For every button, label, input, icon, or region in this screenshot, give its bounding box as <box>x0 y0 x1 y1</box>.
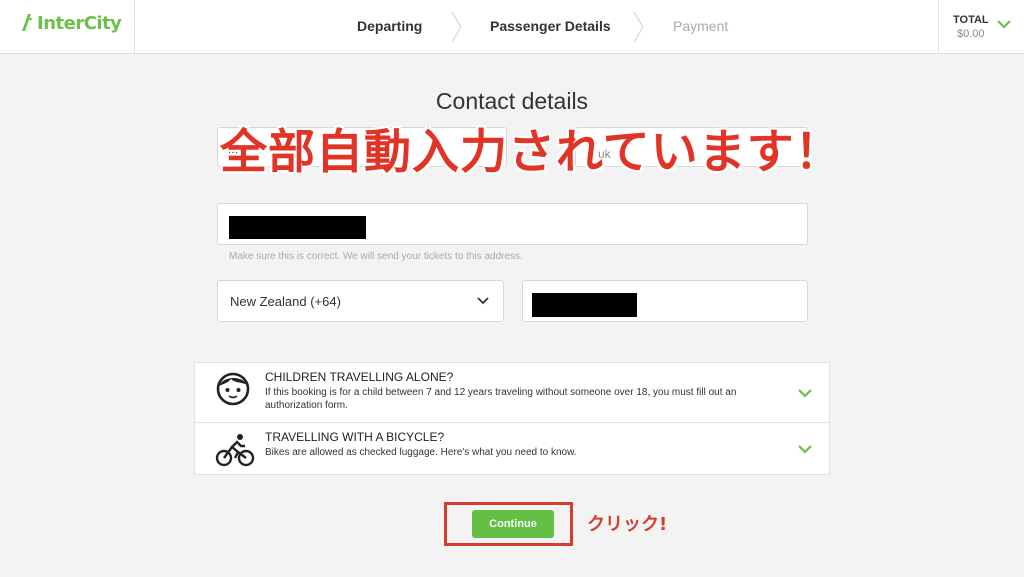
bicycle-panel-title: TRAVELLING WITH A BICYCLE? <box>265 430 445 444</box>
logo-divider <box>134 0 135 53</box>
chevron-down-icon[interactable] <box>797 387 813 399</box>
bicycle-icon <box>215 434 255 467</box>
step-chevron-icon <box>633 11 644 43</box>
phone-field[interactable] <box>522 280 808 322</box>
step-payment: Payment <box>673 18 729 34</box>
intercity-logo[interactable]: InterCity <box>20 12 122 34</box>
bicycle-panel[interactable]: TRAVELLING WITH A BICYCLE? Bikes are all… <box>194 422 830 475</box>
country-code-value: New Zealand (+64) <box>230 294 341 309</box>
step-chevron-icon <box>451 11 462 43</box>
annotation-autofilled: 全部自動入力されています！ <box>220 125 843 180</box>
step-passenger-details[interactable]: Passenger Details <box>490 18 611 34</box>
children-travelling-panel[interactable]: CHILDREN TRAVELLING ALONE? If this booki… <box>194 362 830 423</box>
country-code-select[interactable]: New Zealand (+64) <box>217 280 504 322</box>
chevron-down-icon[interactable] <box>797 443 813 455</box>
total-value: $0.00 <box>957 28 985 40</box>
total-label: TOTAL <box>953 14 989 26</box>
annotation-click-note: クリック! <box>587 514 668 535</box>
top-bar: InterCity Departing Passenger Details Pa… <box>0 0 1024 54</box>
children-panel-title: CHILDREN TRAVELLING ALONE? <box>265 370 454 384</box>
total-divider <box>938 0 939 53</box>
total-expand-chevron-icon[interactable] <box>996 18 1012 30</box>
continue-button[interactable]: Continue <box>472 510 554 538</box>
email-helper-text: Make sure this is correct. We will send … <box>229 251 523 262</box>
chevron-down-icon <box>477 297 489 305</box>
email-field[interactable] <box>217 203 808 245</box>
phone-redaction <box>532 293 637 317</box>
children-panel-description: If this booking is for a child between 7… <box>265 387 737 411</box>
logo-mark-icon <box>22 14 33 31</box>
contact-details-title: Contact details <box>435 88 589 114</box>
child-face-icon <box>216 372 250 406</box>
email-redaction <box>229 216 366 239</box>
bicycle-panel-description: Bikes are allowed as checked luggage. He… <box>265 447 577 458</box>
logo-text: InterCity <box>37 12 122 34</box>
step-departing[interactable]: Departing <box>357 18 422 34</box>
